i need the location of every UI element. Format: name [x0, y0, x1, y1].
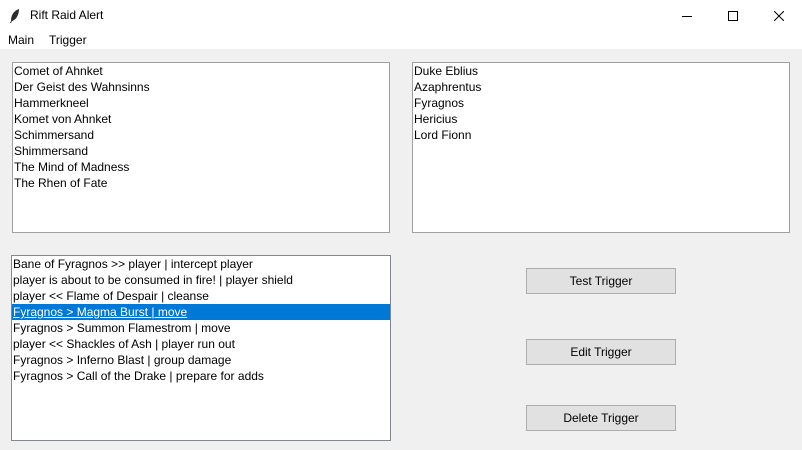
boss-list-item[interactable]: Hericius — [413, 111, 789, 127]
boss-list-item[interactable]: Lord Fionn — [413, 127, 789, 143]
close-button[interactable] — [756, 0, 802, 31]
raid-list-item[interactable]: Hammerkneel — [13, 95, 389, 111]
raid-list-item[interactable]: Komet von Ahnket — [13, 111, 389, 127]
raid-list-item[interactable]: Der Geist des Wahnsinns — [13, 79, 389, 95]
trigger-listbox[interactable]: Bane of Fyragnos >> player | intercept p… — [11, 255, 391, 441]
trigger-list-item[interactable]: Fyragnos > Magma Burst | move — [12, 304, 390, 320]
boss-list-item[interactable]: Azaphrentus — [413, 79, 789, 95]
boss-list-item[interactable]: Duke Eblius — [413, 63, 789, 79]
raid-list-item[interactable]: The Mind of Madness — [13, 159, 389, 175]
delete-trigger-button[interactable]: Delete Trigger — [526, 405, 676, 431]
trigger-list-item[interactable]: Bane of Fyragnos >> player | intercept p… — [12, 256, 390, 272]
feather-icon — [10, 9, 19, 23]
test-trigger-button[interactable]: Test Trigger — [526, 268, 676, 294]
boss-listbox[interactable]: Duke Eblius Azaphrentus Fyragnos Hericius Lo… — [412, 62, 790, 233]
trigger-list-item[interactable]: Fyragnos > Call of the Drake | prepare f… — [12, 368, 390, 384]
menu-main[interactable]: Main — [8, 33, 34, 47]
trigger-list-item[interactable]: player is about to be consumed in fire! … — [12, 272, 390, 288]
menu-bar: Main Trigger — [0, 31, 802, 49]
trigger-list-item[interactable]: player << Flame of Despair | cleanse — [12, 288, 390, 304]
trigger-list-item[interactable]: Fyragnos > Inferno Blast | group damage — [12, 352, 390, 368]
raid-list-item[interactable]: Comet of Ahnket — [13, 63, 389, 79]
maximize-icon — [728, 10, 738, 21]
raid-list-item[interactable]: Shimmersand — [13, 143, 389, 159]
raid-list-item[interactable]: Schimmersand — [13, 127, 389, 143]
trigger-list-item[interactable]: Fyragnos > Summon Flamestrom | move — [12, 320, 390, 336]
title-bar: Rift Raid Alert — [0, 0, 802, 31]
minimize-icon — [682, 15, 692, 17]
edit-trigger-button[interactable]: Edit Trigger — [526, 339, 676, 365]
menu-trigger[interactable]: Trigger — [49, 33, 87, 47]
maximize-button[interactable] — [710, 0, 756, 31]
trigger-list-item[interactable]: player << Shackles of Ash | player run o… — [12, 336, 390, 352]
raid-listbox[interactable]: Comet of Ahnket Der Geist des Wahnsinns Ha… — [12, 62, 390, 233]
window-title: Rift Raid Alert — [30, 8, 104, 22]
boss-list-item[interactable]: Fyragnos — [413, 95, 789, 111]
close-icon — [774, 10, 784, 21]
minimize-button[interactable] — [664, 0, 710, 31]
raid-list-item[interactable]: The Rhen of Fate — [13, 175, 389, 191]
